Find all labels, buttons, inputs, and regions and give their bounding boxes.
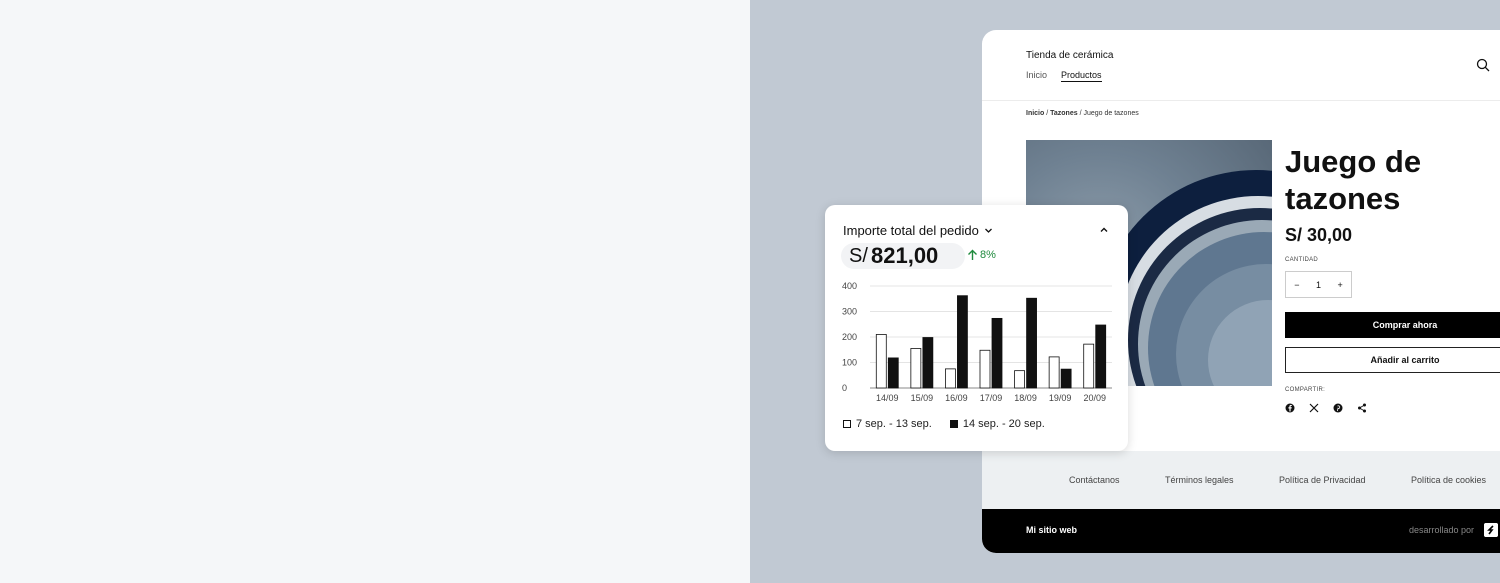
x-tick-label: 20/09 [1083,393,1106,403]
footer-developed-by[interactable]: desarrollado por [1409,525,1474,535]
share-label: COMPARTIR: [1285,387,1326,393]
total-value: 821,00 [871,243,939,268]
x-tick-label: 19/09 [1049,393,1072,403]
quantity-label: CANTIDAD [1285,257,1319,263]
builder-logo-icon[interactable] [1484,523,1498,537]
share-icon[interactable] [1357,403,1367,413]
quantity-stepper: − 1 + [1285,271,1352,298]
change-indicator: 8% [967,249,996,261]
footer-link-cookies[interactable]: Política de cookies [1411,475,1486,485]
chevron-up-icon[interactable] [1099,225,1109,235]
card-title: Importe total del pedido [843,223,979,238]
bar-previous [910,348,922,389]
product-price: S/ 30,00 [1285,225,1353,245]
store-name[interactable]: Tienda de cerámica [1026,50,1113,61]
footer-link-privacy[interactable]: Política de Privacidad [1279,475,1366,485]
y-tick-label: 200 [842,332,857,342]
buy-now-button[interactable]: Comprar ahora [1285,312,1500,338]
legend-label-previous: 7 sep. - 13 sep. [856,418,932,430]
legend-item-current[interactable]: 14 sep. - 20 sep. [949,418,1045,430]
x-tick-label: 15/09 [911,393,934,403]
bar-chart: 0 100 200 300 400 14/09 15/09 16/09 17/09 18/09 19… [842,281,1112,403]
bar-current [957,295,968,389]
bar-current [922,337,934,389]
footer-site-name[interactable]: Mi sitio web [1026,525,1077,535]
chart-legend: 7 sep. - 13 sep. 14 sep. - 20 sep. [843,418,1045,430]
order-total-card: Importe total del pedido S/ 821,00 8% 0 1… [825,205,1128,451]
bar-current [887,357,899,389]
legend-label-current: 14 sep. - 20 sep. [962,418,1045,430]
chevron-down-icon [984,228,992,233]
bar-previous [1083,343,1095,389]
x-tick-label: 14/09 [876,393,899,403]
arrow-up-icon [968,249,977,260]
nav-item-inicio[interactable]: Inicio [1026,70,1047,82]
bar-previous [1048,356,1060,389]
footer-link-contact[interactable]: Contáctanos [1069,475,1120,485]
decrement-button[interactable]: − [1294,280,1299,290]
x-tick-label: 16/09 [945,393,968,403]
footer-link-legal[interactable]: Términos legales [1165,475,1234,485]
bar-current [1026,297,1037,389]
breadcrumb-current: Juego de tazones [1083,110,1139,117]
bar-current [1095,324,1107,389]
x-icon[interactable] [1309,403,1319,413]
bar-previous [979,349,991,389]
search-icon[interactable] [1476,58,1490,72]
legend-swatch-previous [843,420,851,428]
y-tick-label: 400 [842,281,857,291]
bar-previous [945,368,956,389]
x-tick-label: 17/09 [980,393,1003,403]
breadcrumb-home[interactable]: Inicio [1026,110,1044,117]
left-background [0,0,750,583]
footer-links: Contáctanos Términos legales Política de… [982,451,1500,509]
add-to-cart-button[interactable]: Añadir al carrito [1285,347,1500,373]
pinterest-icon[interactable] [1333,403,1343,413]
site-header: Tienda de cerámica Inicio Productos [982,30,1500,101]
x-tick-label: 18/09 [1014,393,1037,403]
y-tick-label: 300 [842,307,857,317]
card-title-dropdown[interactable]: Importe total del pedido [843,223,993,238]
breadcrumb-category[interactable]: Tazones [1050,110,1078,117]
share-icons [1285,403,1367,413]
bar-current [991,317,1003,389]
legend-swatch-current [949,420,958,428]
increment-button[interactable]: + [1337,280,1342,290]
footer-bar: Mi sitio web desarrollado por [982,509,1500,553]
bar-previous [1014,370,1025,389]
product-title: Juego de tazones [1285,144,1422,216]
nav-item-productos[interactable]: Productos [1061,70,1102,82]
breadcrumb: Inicio / Tazones / Juego de tazones [1026,110,1139,117]
y-tick-label: 100 [842,358,857,368]
legend-item-previous[interactable]: 7 sep. - 13 sep. [843,418,932,430]
bar-previous [875,334,887,389]
site-nav: Inicio Productos [1026,70,1102,82]
quantity-value[interactable]: 1 [1316,280,1321,290]
bar-current [1060,368,1072,389]
y-tick-label: 0 [842,383,847,393]
total-currency: S/ [849,245,868,267]
facebook-icon[interactable] [1285,403,1295,413]
change-value: 8% [980,249,996,261]
